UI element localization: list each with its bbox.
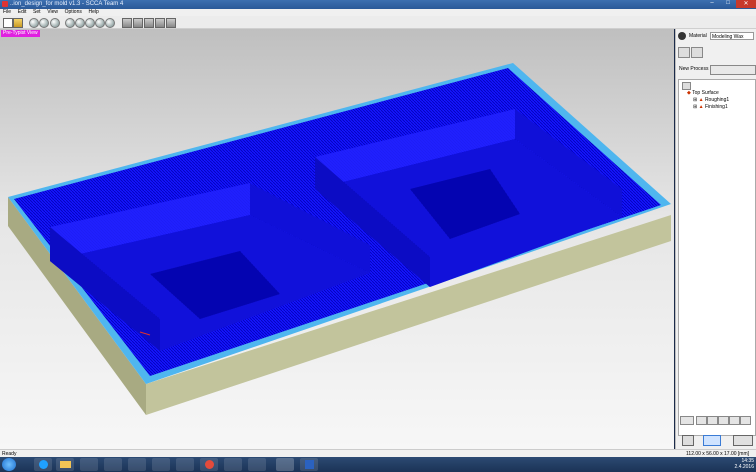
app-icon bbox=[2, 1, 8, 7]
system-tray: 14:35 2.4.2016 bbox=[700, 458, 754, 471]
clock-date: 2.4.2016 bbox=[734, 464, 754, 470]
move-icon[interactable] bbox=[50, 18, 60, 28]
open-icon[interactable] bbox=[13, 18, 23, 28]
zoom-icon[interactable] bbox=[65, 18, 75, 28]
new-icon[interactable] bbox=[3, 18, 13, 28]
chrome-icon[interactable] bbox=[200, 458, 218, 471]
3d-viewport[interactable]: Pre-Typist View bbox=[0, 29, 674, 449]
new-process-button[interactable] bbox=[710, 65, 756, 75]
refresh-icon[interactable] bbox=[39, 18, 49, 28]
toolbar bbox=[0, 16, 756, 29]
app-icon-5[interactable] bbox=[176, 458, 194, 471]
pan-icon[interactable] bbox=[95, 18, 105, 28]
delete-icon[interactable] bbox=[718, 416, 729, 425]
menu-help[interactable]: Help bbox=[89, 9, 99, 16]
save-icon[interactable] bbox=[29, 18, 39, 28]
stock-model bbox=[8, 63, 671, 415]
add-icon[interactable] bbox=[680, 416, 694, 425]
menu-edit[interactable]: Edit bbox=[18, 9, 27, 16]
menu-view[interactable]: View bbox=[47, 9, 58, 16]
preview-icon[interactable] bbox=[703, 435, 721, 446]
tool-library-icon[interactable] bbox=[678, 47, 690, 58]
process-panel: Material Modeling Wax New Process ◆ Top … bbox=[675, 29, 756, 449]
tree-item-finishing[interactable]: ⊞ ▲ Finishing1 bbox=[693, 104, 728, 111]
material-select[interactable]: Modeling Wax bbox=[710, 32, 754, 40]
material-select-value: Modeling Wax bbox=[712, 34, 744, 40]
material-icon bbox=[678, 32, 686, 40]
fit-icon[interactable] bbox=[85, 18, 95, 28]
menu-file[interactable]: File bbox=[3, 9, 11, 16]
zoom-all-icon[interactable] bbox=[105, 18, 115, 28]
new-process-label: New Process bbox=[679, 66, 709, 72]
app-icon-4[interactable] bbox=[152, 458, 170, 471]
move-up-icon[interactable] bbox=[729, 416, 740, 425]
menu-options[interactable]: Options bbox=[65, 9, 82, 16]
title-bar: ..ion_design_for mold v1.3 - SCCA Team 4… bbox=[0, 0, 756, 9]
stop-icon[interactable] bbox=[682, 435, 694, 446]
app-icon-3[interactable] bbox=[128, 458, 146, 471]
copy-icon[interactable] bbox=[696, 416, 707, 425]
cut-tool-icon[interactable] bbox=[733, 435, 753, 446]
start-button[interactable] bbox=[2, 458, 16, 471]
tree-item-roughing[interactable]: ⊞ ▲ Roughing1 bbox=[693, 97, 729, 104]
close-button[interactable]: ✕ bbox=[736, 0, 756, 8]
ie-icon[interactable] bbox=[34, 458, 52, 471]
material-label: Material bbox=[689, 33, 707, 39]
move-down-icon[interactable] bbox=[740, 416, 751, 425]
app-icon-8[interactable] bbox=[276, 458, 294, 471]
word-icon[interactable] bbox=[300, 458, 318, 471]
cube-iso-icon[interactable] bbox=[122, 18, 132, 28]
tree-item-roughing-label: Roughing1 bbox=[704, 97, 730, 103]
cube-side-icon[interactable] bbox=[155, 18, 165, 28]
paste-icon[interactable] bbox=[707, 416, 718, 425]
process-tree: ◆ Top Surface ⊞ ▲ Roughing1 ⊞ ▲ Finishin… bbox=[678, 79, 756, 436]
cube-top-icon[interactable] bbox=[144, 18, 154, 28]
window-title: ..ion_design_for mold v1.3 - SCCA Team 4 bbox=[10, 1, 124, 7]
zoom-window-icon[interactable] bbox=[75, 18, 85, 28]
new-process-row: New Process bbox=[678, 65, 756, 75]
menu-bar: File Edit Set View Options Help bbox=[0, 9, 756, 16]
cube-shaded-icon[interactable] bbox=[166, 18, 176, 28]
app-icon-2[interactable] bbox=[104, 458, 122, 471]
tree-item-finishing-label: Finishing1 bbox=[704, 104, 728, 110]
menu-set[interactable]: Set bbox=[33, 9, 41, 16]
tree-root-label: Top Surface bbox=[692, 90, 719, 96]
tree-root[interactable]: ◆ Top Surface bbox=[687, 90, 719, 97]
tool-list-icon[interactable] bbox=[691, 47, 703, 58]
maximize-button[interactable]: □ bbox=[720, 0, 736, 8]
material-row: Material Modeling Wax bbox=[678, 32, 755, 41]
cube-front-icon[interactable] bbox=[133, 18, 143, 28]
app-icon-7[interactable] bbox=[248, 458, 266, 471]
tree-tab-icon[interactable] bbox=[682, 82, 691, 90]
app-icon-1[interactable] bbox=[80, 458, 98, 471]
app-icon-6[interactable] bbox=[224, 458, 242, 471]
explorer-icon[interactable] bbox=[56, 458, 74, 471]
minimize-button[interactable]: – bbox=[704, 0, 720, 8]
taskbar: 14:35 2.4.2016 bbox=[0, 457, 756, 472]
